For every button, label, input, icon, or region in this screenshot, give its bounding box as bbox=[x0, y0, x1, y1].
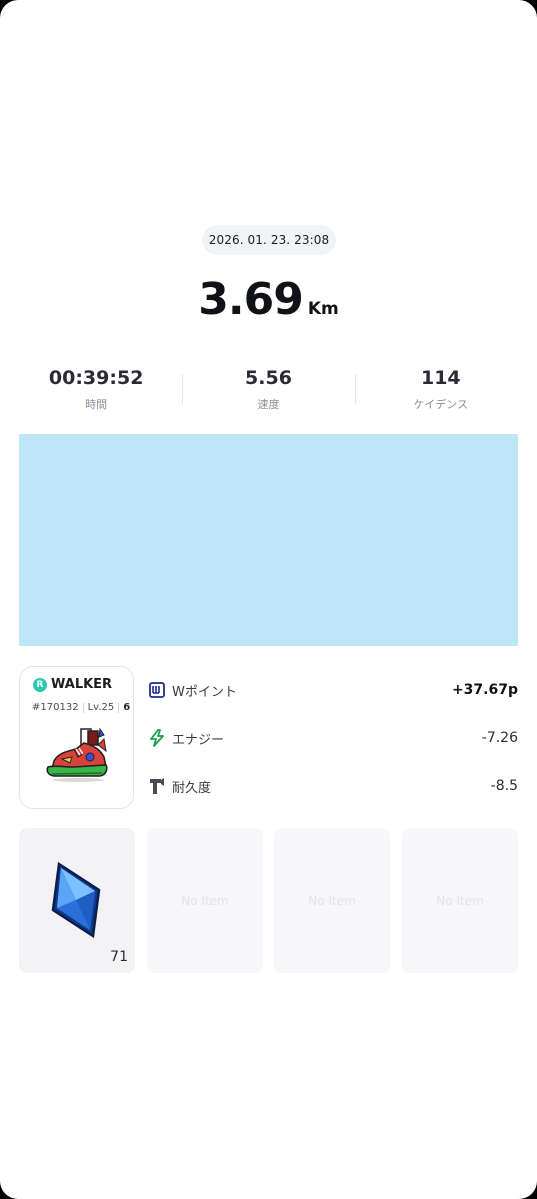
stat-cadence-value: 114 bbox=[420, 367, 461, 389]
nft-level: Lv.25 bbox=[87, 702, 115, 713]
nft-brand: R WALKER bbox=[33, 677, 112, 692]
item-slot-empty[interactable]: No Item bbox=[147, 828, 263, 973]
stat-time-value: 00:39:52 bbox=[48, 367, 144, 389]
stats-row: 00:39:52 時間 5.56 速度 114 ケイデンス bbox=[10, 364, 527, 420]
reward-row-energy: エナジー -7.26 bbox=[148, 726, 518, 750]
meta-divider bbox=[118, 702, 120, 713]
stat-cadence: 114 ケイデンス bbox=[354, 364, 527, 420]
no-item-label: No Item bbox=[308, 893, 356, 908]
nft-meta: #170132 Lv.25 6 bbox=[32, 702, 130, 713]
activity-result-screen: 2026. 01. 23. 23:08 3.69 Km 00:39:52 時間 … bbox=[0, 0, 537, 1199]
reward-row-durability: 耐久度 -8.5 bbox=[148, 774, 518, 798]
distance-unit: Km bbox=[307, 299, 339, 319]
reward-amount: -7.26 bbox=[481, 730, 518, 746]
blue-gem-icon bbox=[51, 861, 101, 939]
durability-icon bbox=[148, 777, 166, 795]
reward-list: Wポイント +37.67p エナジー -7.26 耐久度 -8.5 bbox=[148, 666, 518, 807]
reward-name: 耐久度 bbox=[172, 780, 212, 796]
nft-shoe-card[interactable]: R WALKER #170132 Lv.25 6 bbox=[19, 666, 134, 809]
no-item-label: No Item bbox=[436, 893, 484, 908]
reward-amount: +37.67p bbox=[451, 682, 518, 698]
reward-amount: -8.5 bbox=[490, 778, 518, 794]
stat-time-label: 時間 bbox=[85, 398, 108, 411]
nft-brand-name: WALKER bbox=[51, 677, 113, 692]
reward-row-w-point: Wポイント +37.67p bbox=[148, 678, 518, 702]
route-map[interactable] bbox=[19, 434, 518, 646]
stat-speed-value: 5.56 bbox=[245, 367, 292, 389]
energy-icon bbox=[148, 729, 166, 747]
item-slots: 71 No Item No Item No Item bbox=[19, 828, 518, 973]
item-slot-empty[interactable]: No Item bbox=[274, 828, 390, 973]
distance-display: 3.69 Km bbox=[0, 274, 537, 325]
datetime-badge: 2026. 01. 23. 23:08 bbox=[202, 225, 336, 255]
stat-time: 00:39:52 時間 bbox=[10, 364, 182, 420]
distance-value: 3.69 bbox=[198, 274, 304, 325]
sneaker-icon bbox=[46, 727, 108, 782]
item-slot-empty[interactable]: No Item bbox=[402, 828, 518, 973]
w-point-icon bbox=[148, 681, 166, 699]
stat-speed-label: 速度 bbox=[257, 398, 280, 411]
no-item-label: No Item bbox=[181, 893, 229, 908]
reward-name: Wポイント bbox=[172, 684, 237, 700]
nft-id: #170132 bbox=[32, 702, 79, 713]
datetime-text: 2026. 01. 23. 23:08 bbox=[208, 233, 330, 247]
stat-cadence-label: ケイデンス bbox=[413, 398, 469, 411]
reward-name: エナジー bbox=[172, 732, 225, 748]
nft-extra-value: 6 bbox=[123, 702, 131, 713]
walker-logo-icon: R bbox=[33, 677, 47, 692]
item-count: 71 bbox=[110, 949, 128, 965]
meta-divider bbox=[82, 702, 84, 713]
item-slot[interactable]: 71 bbox=[19, 828, 135, 973]
stat-speed: 5.56 速度 bbox=[182, 364, 354, 420]
